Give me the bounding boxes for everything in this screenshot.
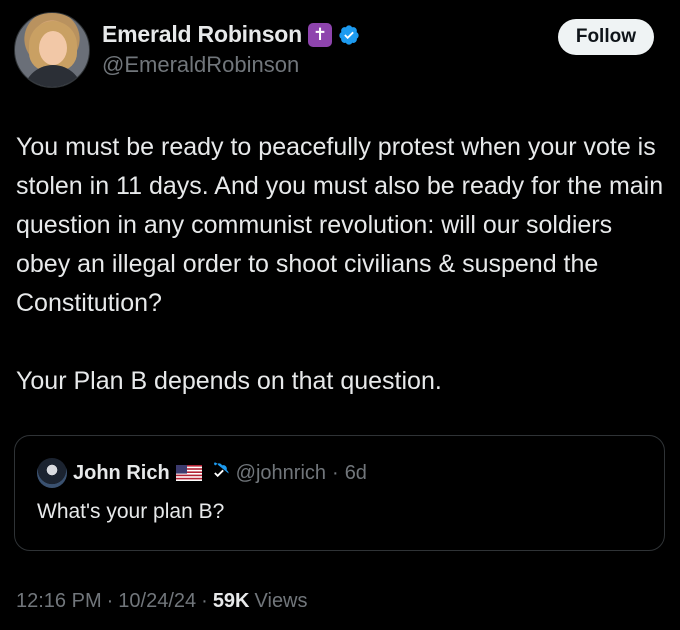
cross-badge-icon: ✝ [308,22,332,47]
avatar-body [23,65,83,87]
quoted-author-avatar [37,458,67,488]
verified-badge-icon [339,24,359,45]
views-label: Views [254,590,308,612]
meta-separator: · [201,590,208,612]
tweet-header: Emerald Robinson ✝ @EmeraldRobinson Foll… [14,12,654,92]
tweet-text: You must be ready to peacefully protest … [16,128,666,401]
tweet-view: Emerald Robinson ✝ @EmeraldRobinson Foll… [0,0,680,630]
us-flag-icon [175,465,202,481]
quoted-author-name: John Rich [73,461,170,484]
tweet-paragraph: Your Plan B depends on that question. [16,367,442,395]
quoted-tweet-age: 6d [344,461,367,484]
tweet-date[interactable]: 10/24/24 [118,590,196,613]
quoted-tweet-header: John Rich @johnrich · 6d [37,458,367,488]
quoted-tweet-card[interactable]: John Rich @johnrich · 6d What's your pla… [14,435,665,551]
author-identity: Emerald Robinson ✝ @EmeraldRobinson [102,21,360,78]
meta-separator: · [106,590,114,612]
quoted-separator: · [332,461,339,484]
views-count[interactable]: 59K [213,590,250,613]
tweet-meta: 12:16 PM · 10/24/24 · 59K Views [16,590,308,613]
follow-button[interactable]: Follow [557,19,654,55]
quoted-author-handle: @johnrich [235,461,327,484]
verified-badge-icon [213,462,229,478]
tweet-paragraph: You must be ready to peacefully protest … [16,133,664,317]
author-handle[interactable]: @EmeraldRobinson [102,52,360,78]
author-name-row: Emerald Robinson ✝ [102,21,360,48]
author-avatar[interactable] [14,12,90,88]
author-display-name[interactable]: Emerald Robinson [102,21,302,48]
quoted-tweet-text: What's your plan B? [37,500,225,523]
tweet-time[interactable]: 12:16 PM [16,590,102,613]
avatar-face [39,31,67,65]
